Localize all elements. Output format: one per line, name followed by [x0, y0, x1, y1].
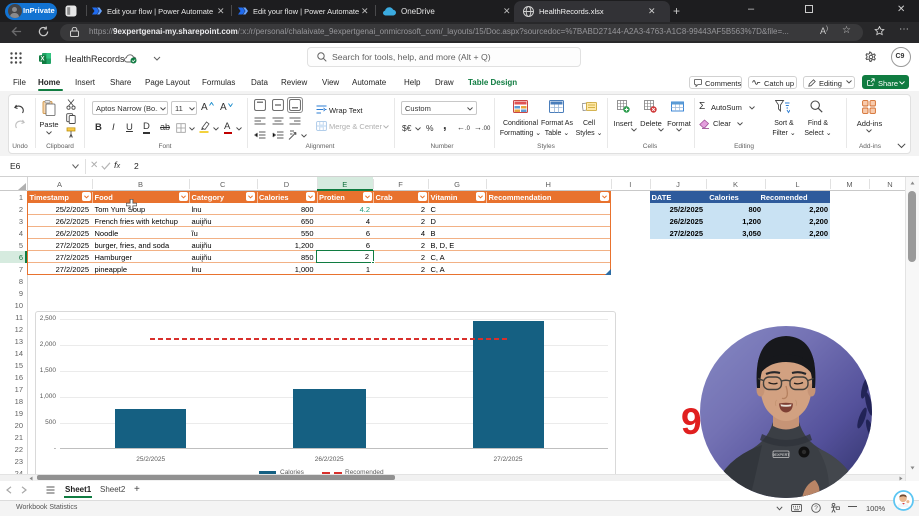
svg-text:X: X: [40, 57, 44, 63]
svg-text:9EXPERT: 9EXPERT: [772, 453, 790, 457]
svg-text:?: ?: [814, 505, 818, 512]
